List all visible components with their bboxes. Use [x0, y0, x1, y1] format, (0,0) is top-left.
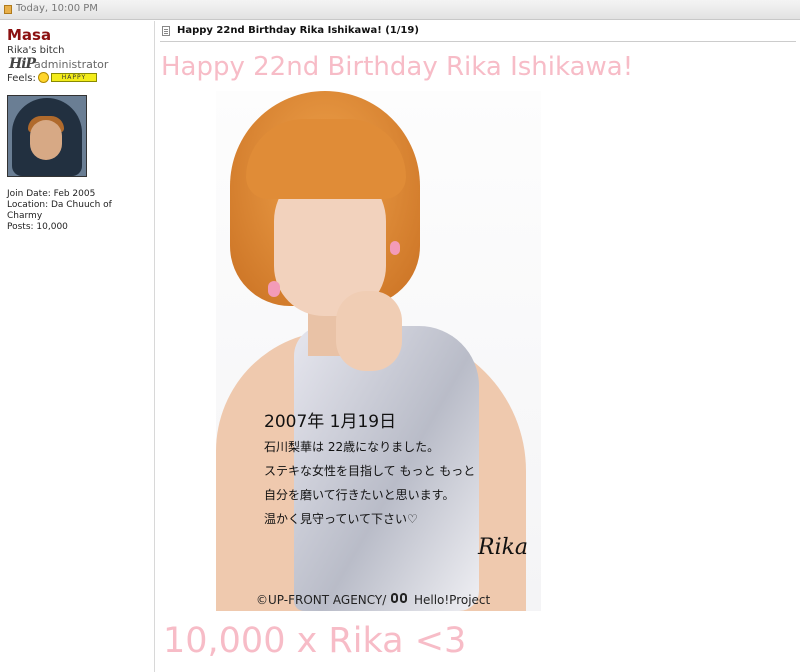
signature: Rika — [478, 535, 529, 560]
post-content: Happy 22nd Birthday Rika Ishikawa! (1/19… — [156, 21, 800, 672]
rank-badge: HiP administrator — [7, 56, 132, 72]
username-link[interactable]: Masa — [7, 26, 51, 44]
post-title-row: Happy 22nd Birthday Rika Ishikawa! (1/19… — [156, 21, 800, 41]
mood-label: Feels: — [7, 73, 36, 84]
message-line: 温かく見守っていて下さい♡ — [264, 512, 418, 526]
handwritten-message: 2007年 1月19日 石川梨華は 22歳になりました。 ステキな女性を目指して… — [264, 409, 539, 531]
hello-project-logo-icon — [390, 593, 410, 605]
mood-badge: HAPPY — [51, 73, 97, 82]
document-icon — [162, 26, 170, 36]
copyright-line: ©UP-FRONT AGENCY/ Hello!Project — [256, 593, 490, 607]
post-footer-text: 10,000 x Rika <3 — [163, 621, 467, 661]
copyright-project: Hello!Project — [413, 593, 491, 607]
smiley-icon — [38, 72, 49, 83]
post-header-bar: Today, 10:00 PM — [0, 0, 800, 20]
message-line: 自分を磨いて行きたいと思います。 — [264, 488, 455, 502]
location: Location: Da Chuuch of Charmy — [7, 200, 112, 221]
rank-logo: HiP — [9, 56, 36, 72]
message-line: ステキな女性を目指して もっと もっと — [264, 464, 476, 478]
copyright-text: ©UP-FRONT AGENCY/ — [256, 593, 387, 607]
post-count: Posts: 10,000 — [7, 222, 68, 232]
post-date: Today, 10:00 PM — [16, 3, 98, 14]
post-headline: Happy 22nd Birthday Rika Ishikawa! — [161, 52, 634, 82]
user-title: Rika's bitch — [7, 45, 65, 56]
join-date: Join Date: Feb 2005 — [7, 189, 96, 199]
title-divider — [160, 41, 796, 42]
birthday-photo[interactable]: 2007年 1月19日 石川梨華は 22歳になりました。 ステキな女性を目指して… — [216, 91, 541, 611]
message-line: 石川梨華は 22歳になりました。 — [264, 440, 440, 454]
post-title: Happy 22nd Birthday Rika Ishikawa! (1/19… — [177, 25, 419, 36]
user-info-panel: Masa Rika's bitch HiP administrator Feel… — [0, 21, 155, 672]
avatar[interactable] — [7, 95, 87, 177]
rank-label: administrator — [34, 58, 109, 71]
user-stats: Join Date: Feb 2005 Location: Da Chuuch … — [7, 189, 147, 233]
post-status-icon — [4, 5, 12, 14]
message-line: 2007年 1月19日 — [264, 412, 397, 432]
